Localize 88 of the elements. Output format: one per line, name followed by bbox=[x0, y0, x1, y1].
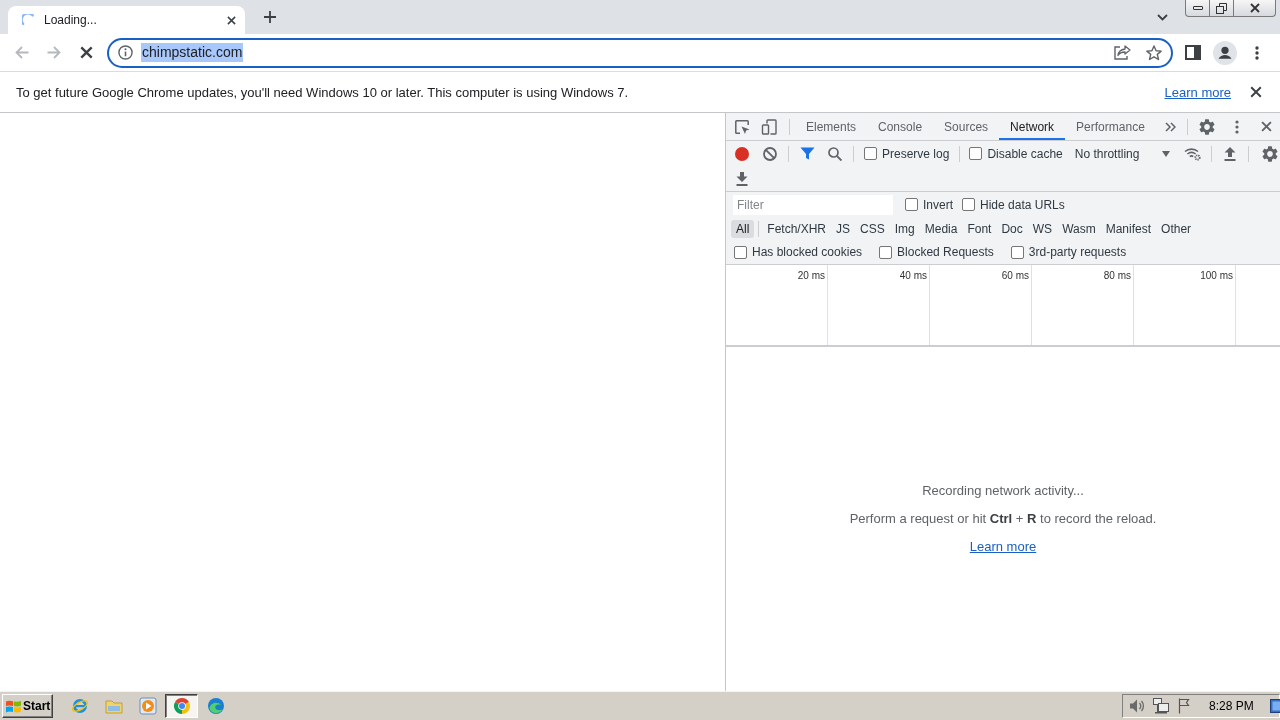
restore-button[interactable] bbox=[1209, 0, 1234, 17]
devices-icon bbox=[761, 118, 777, 135]
back-arrow-icon bbox=[15, 46, 29, 59]
checkbox[interactable] bbox=[962, 198, 975, 211]
flag-logo-icon bbox=[5, 698, 22, 714]
checkbox-label: Has blocked cookies bbox=[752, 245, 863, 259]
minimize-button[interactable] bbox=[1185, 0, 1210, 17]
forward-arrow-icon bbox=[47, 46, 61, 59]
swirl-icon bbox=[206, 697, 225, 715]
resource-type-filter[interactable]: JS bbox=[831, 219, 856, 238]
reload-hint: Perform a request or hit Ctrl + R to record the reload. bbox=[849, 510, 1157, 528]
time-tick-label: 60 ms bbox=[1001, 270, 1029, 281]
close-icon bbox=[1250, 86, 1262, 98]
close-icon bbox=[1249, 3, 1260, 13]
double-chevron-icon bbox=[1165, 121, 1177, 132]
clock[interactable]: 8:28 PM bbox=[1209, 699, 1254, 713]
share-icon bbox=[1113, 45, 1131, 60]
speaker-icon[interactable] bbox=[1129, 698, 1145, 714]
minimize-icon bbox=[1192, 6, 1203, 10]
resource-type-filter[interactable]: Manifest bbox=[1100, 219, 1157, 238]
checkbox-label: Disable cache bbox=[987, 146, 1063, 161]
chevron-down-icon bbox=[1156, 13, 1168, 21]
settings-icon bbox=[1198, 118, 1215, 135]
throttling-dropdown[interactable]: No throttling bbox=[1068, 143, 1174, 164]
devtools-tab[interactable]: Console bbox=[867, 113, 934, 140]
checkbox-label: Blocked Requests bbox=[897, 245, 994, 259]
devtools-tab[interactable]: Elements bbox=[795, 113, 868, 140]
checkbox-label: 3rd-party requests bbox=[1028, 245, 1127, 259]
play-icon bbox=[138, 697, 157, 715]
upload-icon bbox=[1223, 146, 1236, 161]
resource-type-filter[interactable]: Font bbox=[962, 219, 997, 238]
checkbox[interactable] bbox=[1010, 245, 1024, 259]
checkbox-label: Preserve log bbox=[882, 146, 950, 161]
learn-more-link[interactable]: Learn more bbox=[969, 539, 1037, 554]
download-icon bbox=[736, 171, 748, 186]
avatar-icon bbox=[1213, 40, 1237, 65]
star-icon bbox=[1146, 44, 1162, 61]
checkbox[interactable] bbox=[879, 245, 893, 259]
taskbar-button[interactable] bbox=[165, 694, 198, 718]
resource-type-filter[interactable]: Other bbox=[1156, 219, 1197, 238]
url-text: chimpstatic.com bbox=[141, 43, 244, 62]
checkbox[interactable] bbox=[905, 198, 918, 211]
checkbox[interactable] bbox=[734, 245, 747, 259]
address-bar[interactable]: chimpstatic.com bbox=[107, 37, 1173, 68]
plus-icon bbox=[264, 11, 276, 23]
learn-more-link[interactable]: Learn more bbox=[1164, 84, 1231, 100]
devtools-tab[interactable]: Performance bbox=[1065, 113, 1156, 140]
filter-input[interactable]: Filter bbox=[733, 194, 893, 215]
resource-type-filter[interactable]: Img bbox=[889, 219, 920, 238]
block-icon bbox=[763, 146, 777, 161]
checkbox-label: Hide data URLs bbox=[980, 197, 1065, 212]
browser-tab[interactable]: Loading... bbox=[8, 6, 245, 34]
cursor-in-square-icon bbox=[734, 118, 750, 135]
status-message: Recording network activity... bbox=[922, 482, 1084, 500]
info-icon bbox=[118, 45, 133, 60]
time-tick-label: 100 ms bbox=[1200, 270, 1233, 281]
checkbox[interactable] bbox=[864, 147, 877, 160]
checkbox[interactable] bbox=[969, 147, 983, 160]
checkbox-label: Invert bbox=[923, 197, 953, 212]
time-tick-label: 20 ms bbox=[797, 270, 825, 281]
settings-icon bbox=[1261, 145, 1278, 162]
close-icon bbox=[226, 15, 236, 25]
start-button[interactable]: Start bbox=[2, 694, 53, 718]
folder-icon bbox=[104, 697, 123, 715]
dropdown-triangle-icon bbox=[1161, 150, 1170, 157]
devtools-tab[interactable]: Sources bbox=[933, 113, 1000, 140]
resource-type-filter[interactable]: Doc bbox=[996, 219, 1028, 238]
network-icon[interactable] bbox=[1153, 698, 1169, 714]
resource-type-filter[interactable]: Media bbox=[919, 219, 963, 238]
resource-type-filter[interactable]: Wasm bbox=[1057, 219, 1101, 238]
resource-type-filter[interactable]: All bbox=[731, 219, 755, 238]
kebab-menu-icon bbox=[1255, 45, 1259, 60]
window-close-button[interactable] bbox=[1233, 0, 1276, 17]
kebab-menu-icon bbox=[1234, 119, 1239, 134]
segmented-circle-icon bbox=[172, 697, 191, 715]
time-tick-label: 80 ms bbox=[1103, 270, 1131, 281]
resource-type-filter[interactable]: CSS bbox=[855, 219, 890, 238]
close-icon bbox=[1261, 121, 1273, 132]
e-logo-icon bbox=[70, 697, 89, 715]
time-tick-label: 40 ms bbox=[899, 270, 927, 281]
profile-button[interactable] bbox=[1211, 38, 1239, 67]
infobar-message: To get future Google Chrome updates, you'll need Windows 10 or later. This computer is using Windows 7. bbox=[16, 84, 629, 100]
resource-type-filter[interactable]: WS bbox=[1027, 219, 1058, 238]
wifi-gear-icon bbox=[1184, 146, 1202, 161]
restore-icon bbox=[1216, 2, 1227, 14]
resource-type-filter[interactable]: Fetch/XHR bbox=[762, 219, 832, 238]
search-icon bbox=[828, 146, 842, 161]
side-panel-icon bbox=[1185, 45, 1201, 60]
